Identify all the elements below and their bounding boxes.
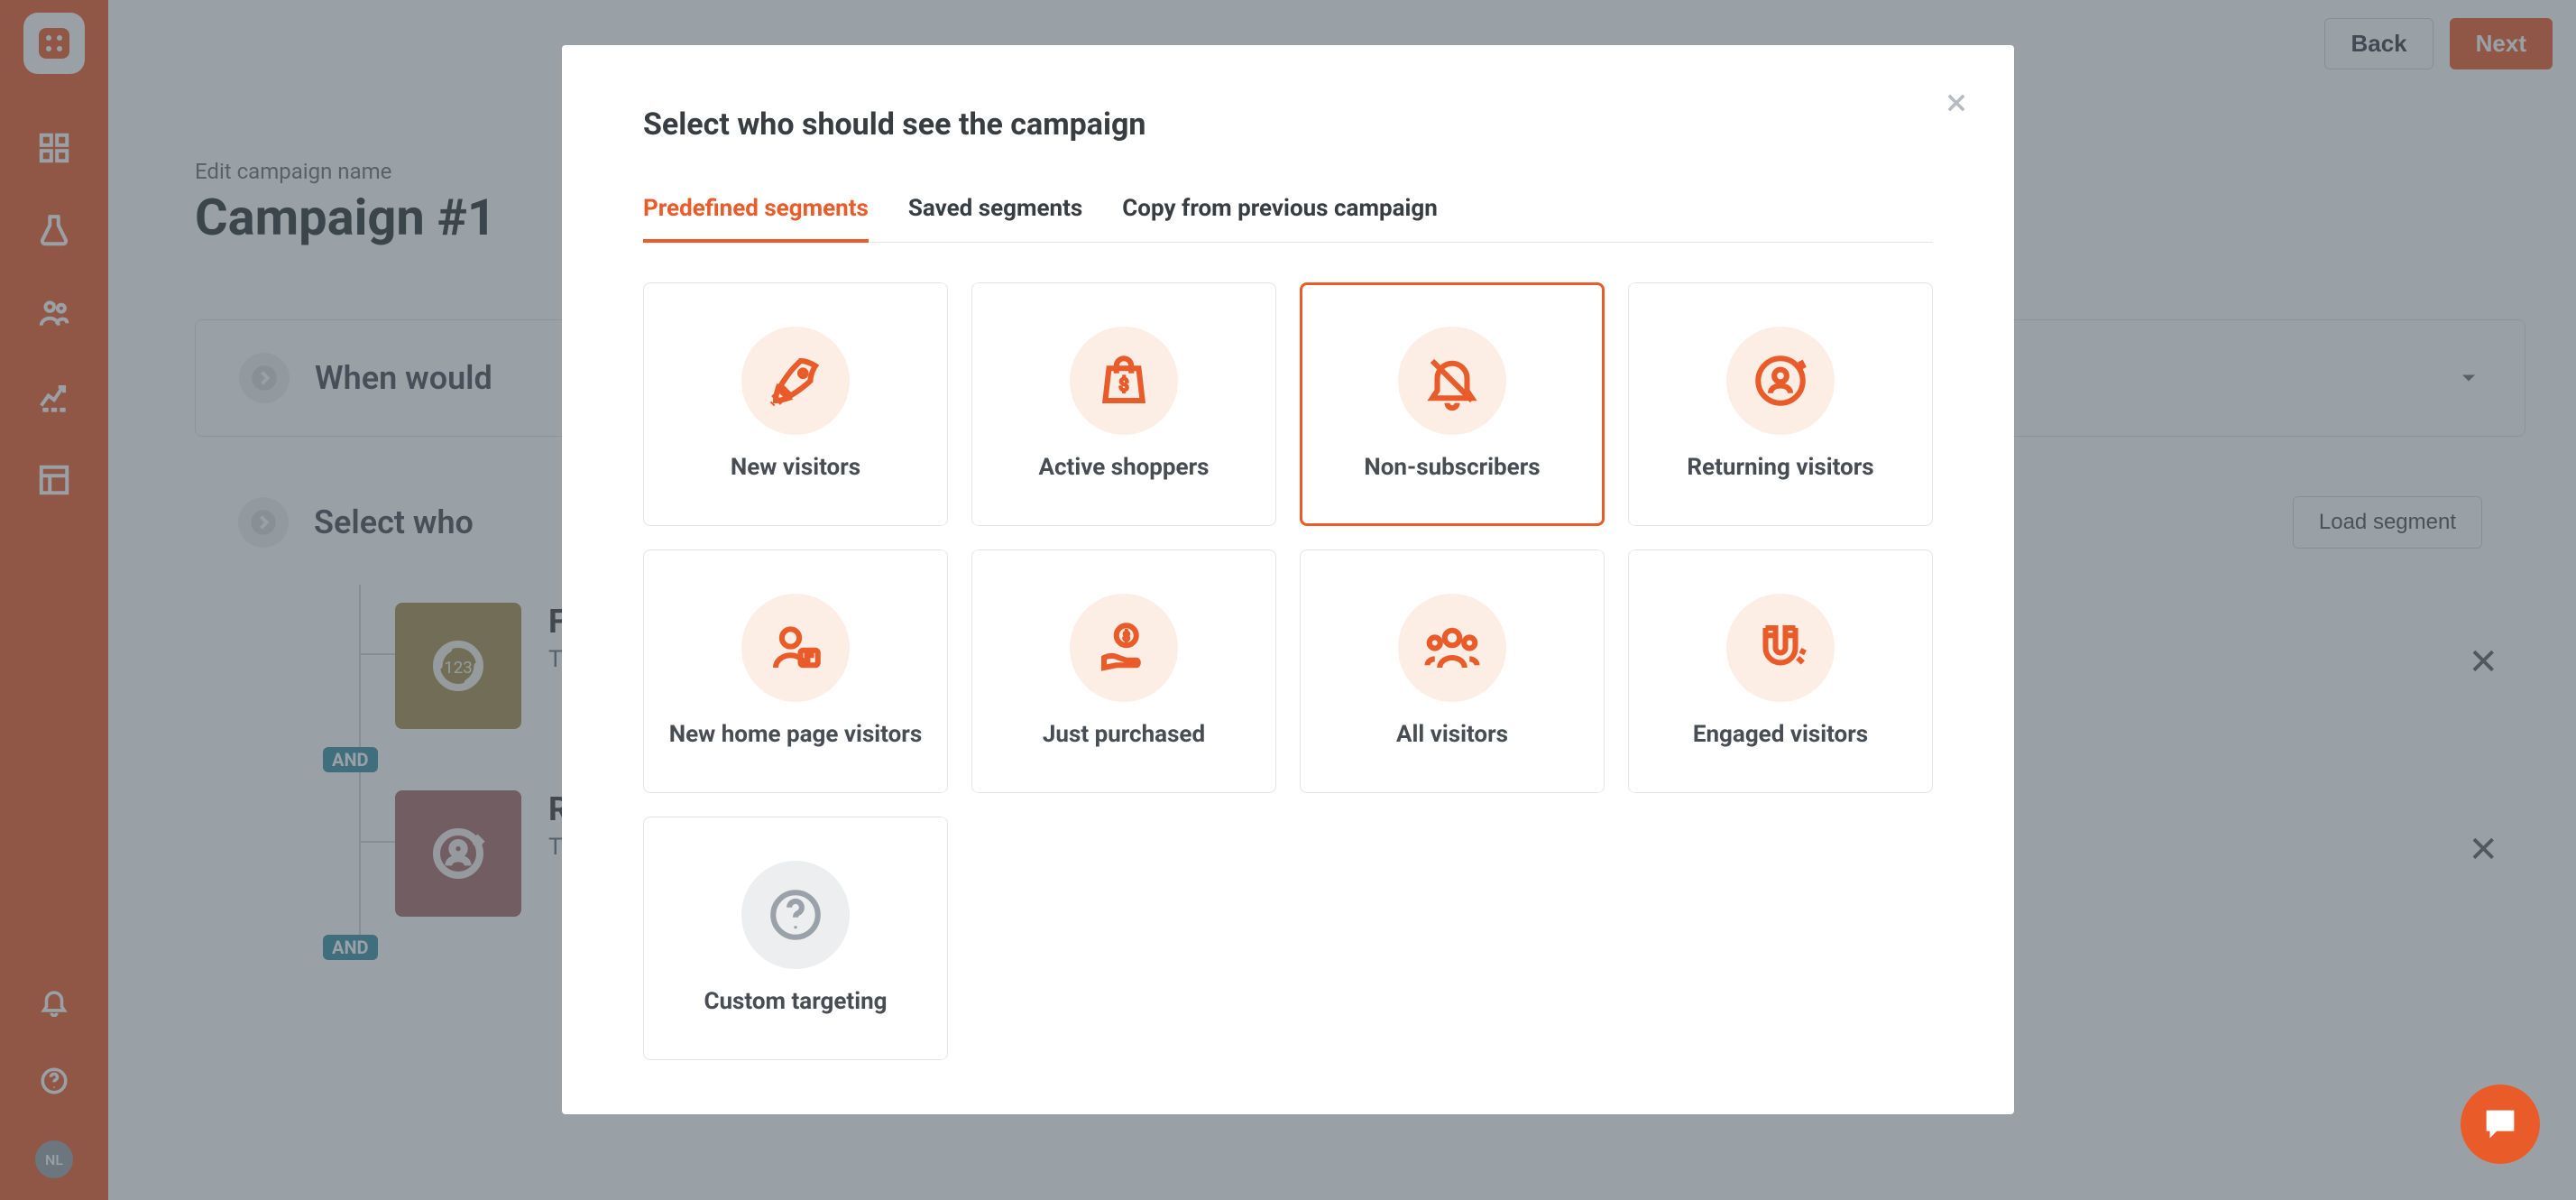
close-button[interactable] bbox=[1944, 90, 1969, 115]
svg-text:$: $ bbox=[1119, 374, 1129, 395]
card-non-subscribers[interactable]: Non-subscribers bbox=[1300, 282, 1605, 526]
chat-launcher[interactable] bbox=[2461, 1085, 2540, 1164]
card-label: Just purchased bbox=[1043, 720, 1205, 750]
returning-user-icon bbox=[1726, 327, 1835, 435]
card-custom-targeting[interactable]: Custom targeting bbox=[643, 817, 948, 1060]
card-label: Returning visitors bbox=[1687, 453, 1873, 483]
user-message-icon bbox=[741, 594, 850, 702]
svg-text:$: $ bbox=[1123, 629, 1130, 644]
users-group-icon bbox=[1398, 594, 1506, 702]
modal-tabs: Predefined segments Saved segments Copy … bbox=[643, 195, 1933, 243]
magnet-icon bbox=[1726, 594, 1835, 702]
modal-title: Select who should see the campaign bbox=[643, 106, 1933, 143]
card-label: New visitors bbox=[731, 453, 860, 483]
modal-overlay[interactable]: Select who should see the campaign Prede… bbox=[0, 0, 2576, 1200]
card-returning-visitors[interactable]: Returning visitors bbox=[1628, 282, 1933, 526]
card-label: All visitors bbox=[1396, 720, 1508, 750]
card-label: Non-subscribers bbox=[1364, 453, 1540, 483]
card-all-visitors[interactable]: All visitors bbox=[1300, 549, 1605, 793]
card-label: New home page visitors bbox=[669, 720, 922, 750]
card-new-home-page-visitors[interactable]: New home page visitors bbox=[643, 549, 948, 793]
shopping-bag-icon: $ bbox=[1070, 327, 1178, 435]
card-engaged-visitors[interactable]: Engaged visitors bbox=[1628, 549, 1933, 793]
question-icon bbox=[741, 861, 850, 969]
card-just-purchased[interactable]: $ Just purchased bbox=[971, 549, 1276, 793]
bell-off-icon bbox=[1398, 327, 1506, 435]
segment-cards: New visitors $ Active shoppers Non-subsc… bbox=[643, 282, 1933, 1060]
card-label: Custom targeting bbox=[704, 987, 887, 1017]
card-label: Active shoppers bbox=[1039, 453, 1210, 483]
card-active-shoppers[interactable]: $ Active shoppers bbox=[971, 282, 1276, 526]
tab-copy-previous[interactable]: Copy from previous campaign bbox=[1122, 195, 1438, 242]
tab-predefined-segments[interactable]: Predefined segments bbox=[643, 195, 869, 242]
segment-modal: Select who should see the campaign Prede… bbox=[562, 45, 2014, 1114]
card-new-visitors[interactable]: New visitors bbox=[643, 282, 948, 526]
rocket-icon bbox=[741, 327, 850, 435]
hand-coin-icon: $ bbox=[1070, 594, 1178, 702]
tab-saved-segments[interactable]: Saved segments bbox=[908, 195, 1082, 242]
card-label: Engaged visitors bbox=[1693, 720, 1868, 750]
